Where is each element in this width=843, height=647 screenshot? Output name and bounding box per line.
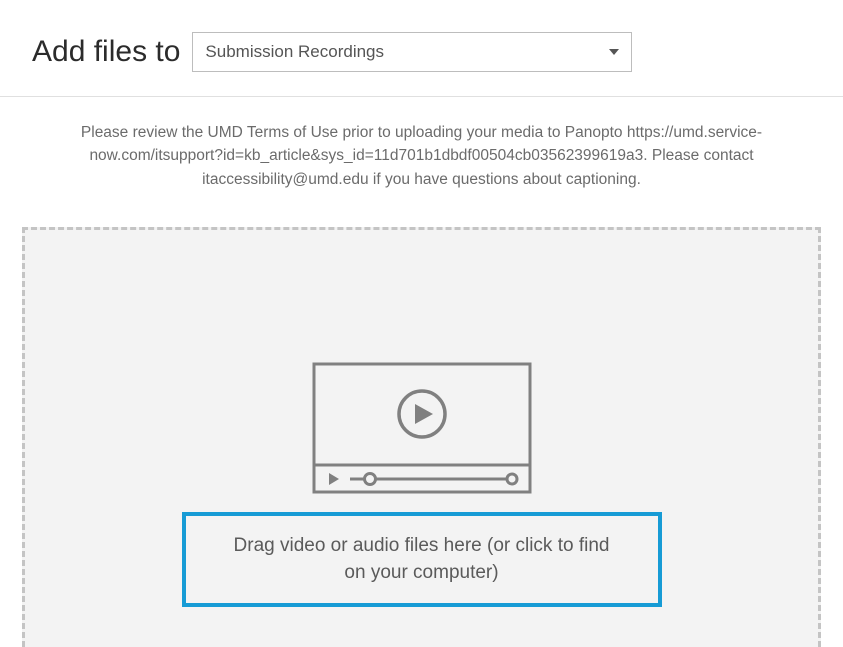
page-title: Add files to — [32, 35, 180, 69]
header: Add files to Submission Recordings — [0, 0, 843, 97]
upload-dropzone[interactable]: Drag video or audio files here (or click… — [22, 227, 821, 647]
dropzone-label-highlight: Drag video or audio files here (or click… — [182, 512, 662, 607]
header-row: Add files to Submission Recordings — [32, 32, 811, 72]
video-player-icon — [312, 362, 532, 502]
terms-of-use-text: Please review the UMD Terms of Use prior… — [0, 97, 843, 191]
dropzone-container: Drag video or audio files here (or click… — [0, 191, 843, 647]
dropzone-label: Drag video or audio files here (or click… — [230, 532, 614, 587]
folder-select[interactable]: Submission Recordings — [192, 32, 632, 72]
chevron-down-icon — [609, 49, 619, 55]
folder-select-label: Submission Recordings — [205, 42, 384, 62]
